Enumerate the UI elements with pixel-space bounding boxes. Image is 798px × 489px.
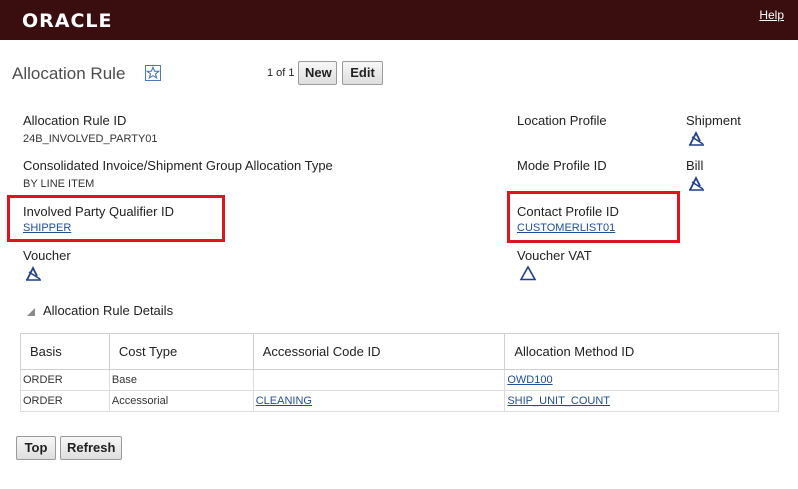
record-pager: 1 of 1 xyxy=(267,67,295,79)
allocation-method-link[interactable]: SHIP_UNIT_COUNT xyxy=(507,395,610,407)
accessorial-code-link[interactable]: CLEANING xyxy=(256,395,312,407)
table-row: ORDER Base OWD100 xyxy=(20,369,779,391)
star-icon[interactable] xyxy=(145,65,161,81)
consolidated-type-value: BY LINE ITEM xyxy=(23,178,95,190)
mode-profile-label: Mode Profile ID xyxy=(517,158,607,173)
involved-party-label: Involved Party Qualifier ID xyxy=(23,204,175,219)
unchecked-icon xyxy=(26,265,41,281)
contact-profile-label: Contact Profile ID xyxy=(517,204,619,219)
checked-icon xyxy=(519,265,537,281)
oracle-logo: ORACLE xyxy=(22,10,113,32)
voucher-vat-label: Voucher VAT xyxy=(517,248,592,263)
cell-allocation-method: SHIP_UNIT_COUNT xyxy=(504,390,779,412)
column-header-basis: Basis xyxy=(20,333,110,370)
edit-button[interactable]: Edit xyxy=(342,61,383,85)
shipment-label: Shipment xyxy=(686,113,741,128)
allocation-rule-id-value: 24B_INVOLVED_PARTY01 xyxy=(23,133,158,145)
top-button[interactable]: Top xyxy=(16,436,56,460)
collapse-triangle-icon[interactable] xyxy=(26,307,36,317)
table-header-row: Basis Cost Type Accessorial Code ID Allo… xyxy=(20,333,779,370)
cell-basis: ORDER xyxy=(20,390,110,412)
column-header-accessorial-code: Accessorial Code ID xyxy=(252,333,506,370)
section-title-allocation-rule-details: Allocation Rule Details xyxy=(43,303,174,318)
help-link[interactable]: Help xyxy=(759,8,784,22)
allocation-rule-id-label: Allocation Rule ID xyxy=(23,113,127,128)
unchecked-icon xyxy=(689,175,704,191)
consolidated-type-label: Consolidated Invoice/Shipment Group Allo… xyxy=(23,158,333,173)
cell-cost-type: Accessorial xyxy=(108,390,254,412)
involved-party-link[interactable]: SHIPPER xyxy=(23,222,71,234)
table-row: ORDER Accessorial CLEANING SHIP_UNIT_COU… xyxy=(20,390,779,412)
cell-accessorial-code: CLEANING xyxy=(252,390,506,412)
bill-label: Bill xyxy=(686,158,704,173)
column-header-allocation-method: Allocation Method ID xyxy=(504,333,779,370)
refresh-button[interactable]: Refresh xyxy=(60,436,122,460)
allocation-method-link[interactable]: OWD100 xyxy=(507,374,552,386)
cell-basis: ORDER xyxy=(20,369,110,391)
unchecked-icon xyxy=(689,130,704,146)
top-banner: ORACLE Help xyxy=(0,0,798,40)
cell-cost-type: Base xyxy=(108,369,254,391)
cell-allocation-method: OWD100 xyxy=(504,369,779,391)
new-button[interactable]: New xyxy=(298,61,337,85)
location-profile-label: Location Profile xyxy=(517,113,607,128)
allocation-rule-details-table: Basis Cost Type Accessorial Code ID Allo… xyxy=(20,333,779,412)
column-header-cost-type: Cost Type xyxy=(108,333,254,370)
contact-profile-link[interactable]: CUSTOMERLIST01 xyxy=(517,222,615,234)
page-title: Allocation Rule xyxy=(12,64,126,83)
voucher-label: Voucher xyxy=(23,248,71,263)
cell-accessorial-code xyxy=(252,369,506,391)
